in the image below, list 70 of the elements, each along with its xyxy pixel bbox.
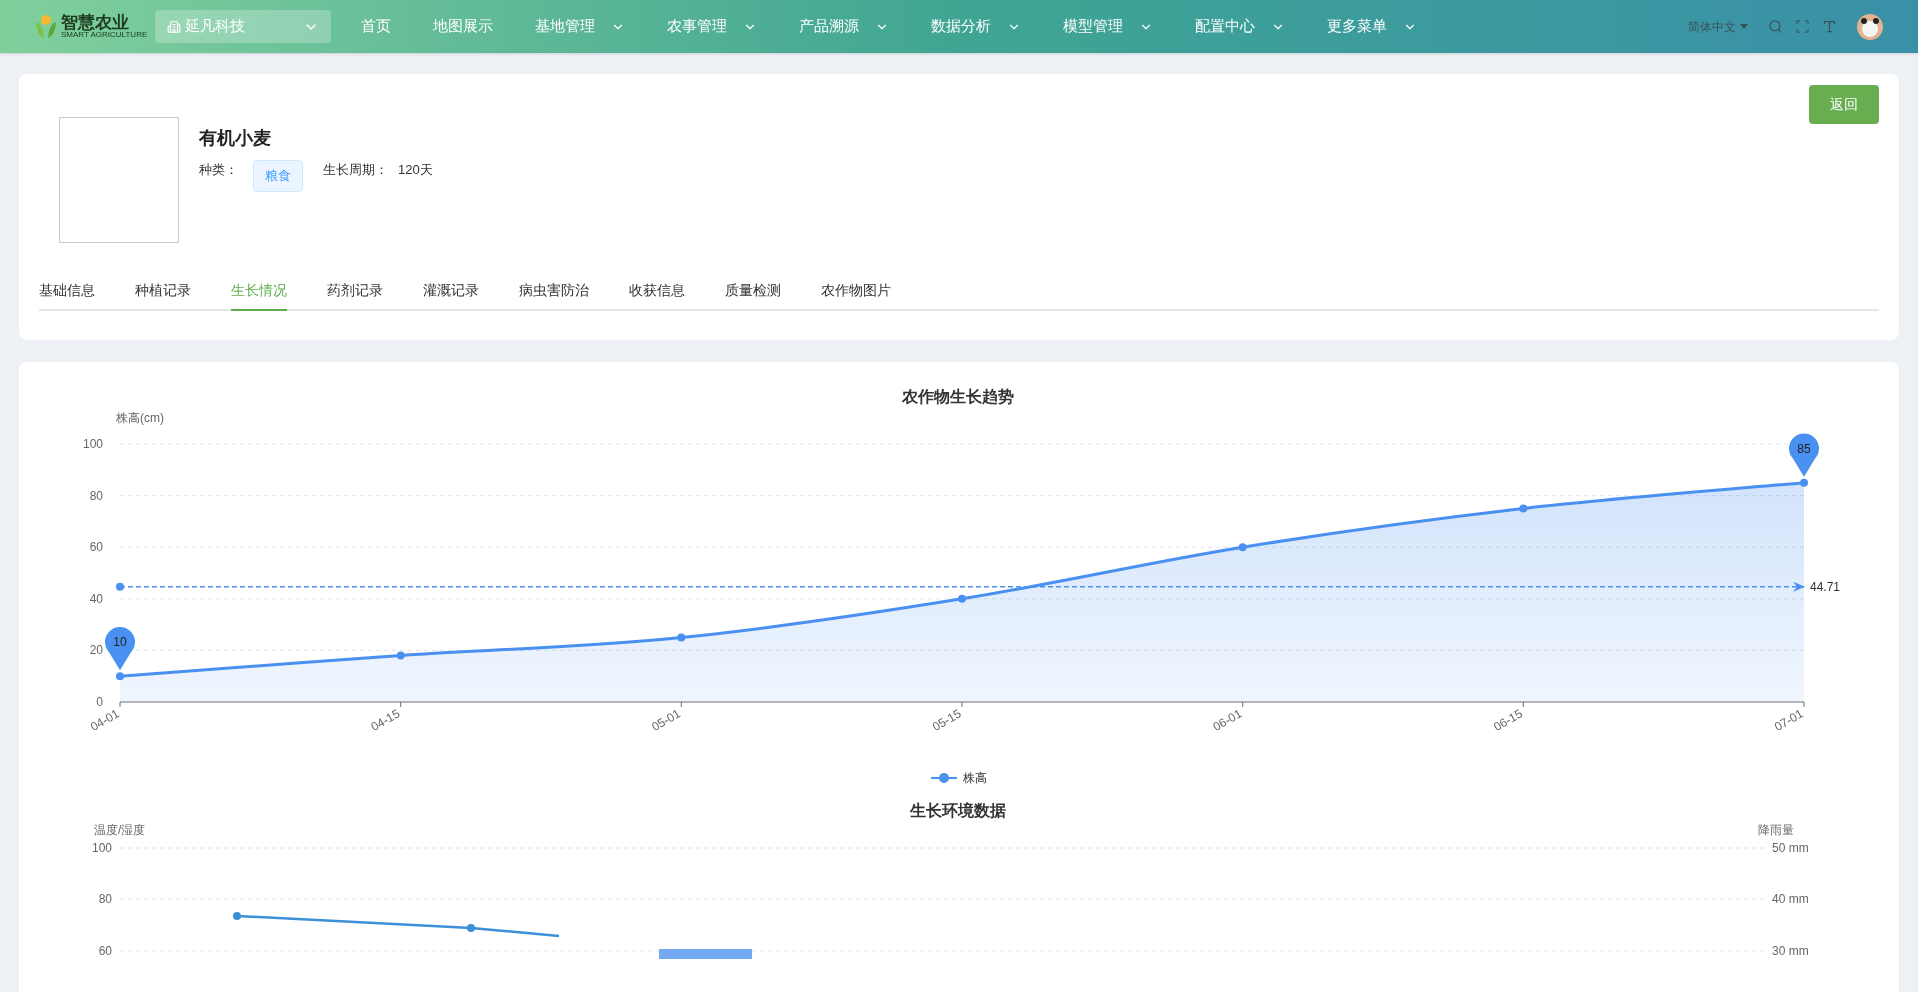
menu-item[interactable]: 农事管理 <box>657 15 767 38</box>
y-tick-label: 40 mm <box>1772 892 1809 906</box>
caret-down-icon <box>1740 24 1748 29</box>
logo-icon <box>35 13 57 40</box>
tab[interactable]: 质量检测 <box>725 280 781 309</box>
marker-pin <box>1789 433 1819 477</box>
y-tick-label: 60 <box>98 944 112 958</box>
menu-item[interactable]: 产品溯源 <box>789 15 899 38</box>
tab[interactable]: 生长情况 <box>231 280 287 311</box>
x-tick-label: 06-01 <box>1210 706 1245 734</box>
cycle-label: 生长周期： <box>323 161 388 179</box>
search-icon[interactable] <box>1768 19 1783 34</box>
marker-label: 85 <box>1797 441 1811 456</box>
tab[interactable]: 农作物图片 <box>821 280 891 309</box>
category-tag: 粮食 <box>253 160 303 192</box>
y-axis-label: 株高(cm) <box>116 411 164 425</box>
y-axis-label: 降雨量 <box>1758 823 1794 837</box>
font-size-icon[interactable] <box>1822 19 1837 34</box>
legend-label: 株高 <box>963 771 987 785</box>
organization-select[interactable]: 延凡科技 <box>155 10 331 43</box>
tab[interactable]: 收获信息 <box>629 280 685 309</box>
y-tick-label: 20 <box>89 643 103 658</box>
chart-title: 生长环境数据 <box>910 802 1006 819</box>
y-tick-label: 40 <box>89 591 103 606</box>
menu-item[interactable]: 地图展示 <box>423 15 503 38</box>
legend-icon <box>930 773 958 783</box>
average-label: 44.71 <box>1810 579 1841 594</box>
menu-item[interactable]: 数据分析 <box>921 15 1031 38</box>
tab[interactable]: 病虫害防治 <box>519 280 589 309</box>
product-name: 有机小麦 <box>199 127 272 150</box>
data-point <box>396 651 405 660</box>
y-tick-label: 80 <box>98 892 112 906</box>
tab[interactable]: 灌溉记录 <box>423 280 479 309</box>
y-tick-label: 0 <box>96 695 103 709</box>
y-tick-label: 100 <box>91 841 112 855</box>
y-tick-label: 80 <box>89 488 103 503</box>
avatar[interactable] <box>1857 13 1883 40</box>
data-point <box>677 633 686 642</box>
tab[interactable]: 基础信息 <box>39 280 95 309</box>
menu-item[interactable]: 首页 <box>351 15 401 38</box>
menu-item[interactable]: 更多菜单 <box>1317 15 1427 38</box>
tab[interactable]: 药剂记录 <box>327 280 383 309</box>
menu-item[interactable]: 配置中心 <box>1185 15 1295 38</box>
x-tick-label: 07-01 <box>1771 706 1806 734</box>
category-label: 种类： <box>199 161 238 179</box>
chart-title: 农作物生长趋势 <box>902 388 1014 405</box>
x-tick-label: 04-01 <box>87 706 122 734</box>
data-point <box>1238 543 1247 552</box>
menu-item[interactable]: 模型管理 <box>1053 15 1163 38</box>
y-tick-label: 30 mm <box>1772 944 1809 958</box>
logo-title: 智慧农业 <box>61 14 129 31</box>
y-tick-label: 100 <box>82 437 103 451</box>
logo-subtitle: SMART AGRICULTURE <box>61 31 148 39</box>
back-button[interactable]: 返回 <box>1809 85 1879 124</box>
y-axis-label: 温度/湿度 <box>94 823 146 837</box>
data-point <box>1800 478 1808 487</box>
cycle-value: 120天 <box>398 161 433 179</box>
y-tick-label: 60 <box>89 540 103 555</box>
x-tick-label: 05-01 <box>649 706 683 734</box>
marker-label: 10 <box>113 635 127 650</box>
data-point <box>116 672 124 681</box>
data-point <box>1519 504 1528 513</box>
data-point <box>958 594 966 603</box>
marker-pin <box>105 627 135 671</box>
menu-item[interactable]: 基地管理 <box>525 15 635 38</box>
y-tick-label: 50 mm <box>1772 841 1809 855</box>
fullscreen-icon[interactable] <box>1795 19 1810 34</box>
building-icon <box>167 19 181 34</box>
language-select[interactable]: 简体中文 <box>1688 17 1748 36</box>
tab[interactable]: 种植记录 <box>135 280 191 309</box>
